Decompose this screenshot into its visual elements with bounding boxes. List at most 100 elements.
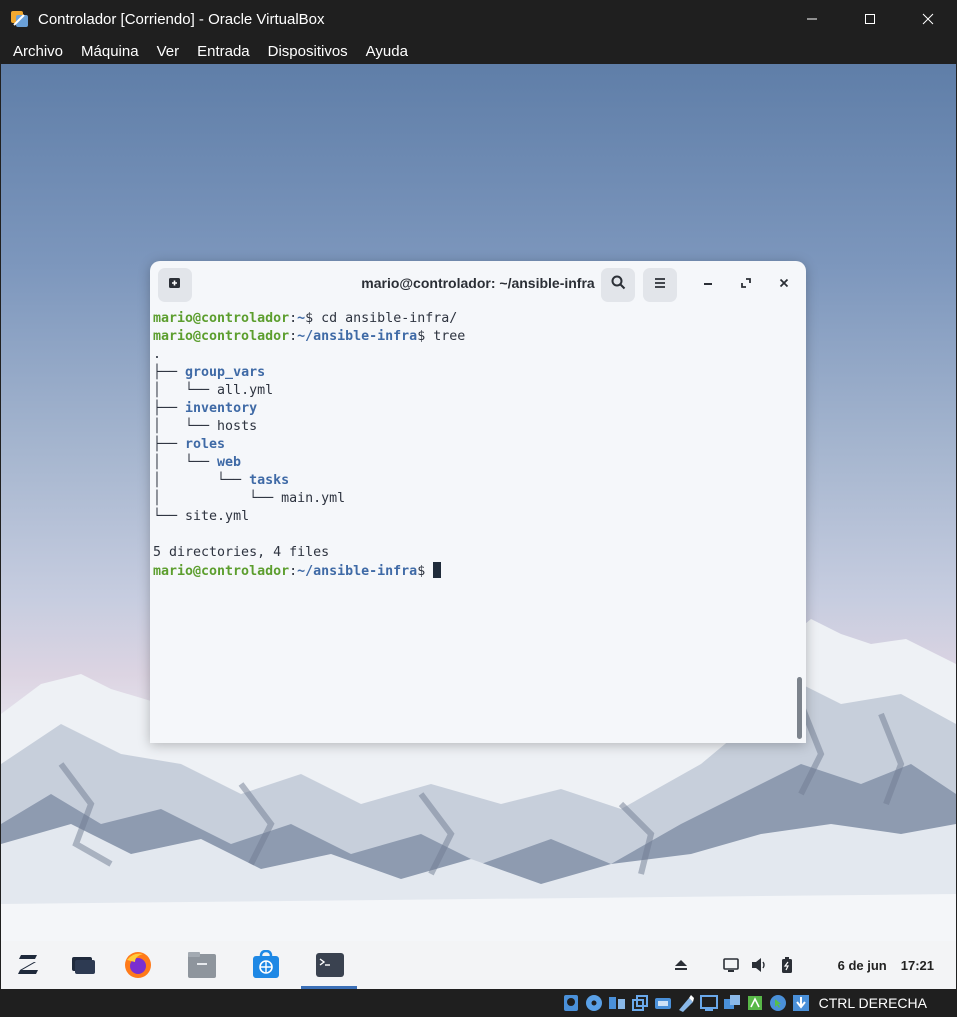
terminal-line: ├── group_vars: [153, 364, 793, 382]
workspaces-icon[interactable]: [61, 941, 105, 989]
network-icon[interactable]: [631, 994, 650, 1013]
window-title: Controlador [Corriendo] - Oracle Virtual…: [38, 10, 325, 28]
terminal-line: .: [153, 346, 793, 364]
hard-disk-icon[interactable]: [562, 994, 581, 1013]
tree-directory: web: [217, 455, 242, 470]
terminal-line: mario@controlador:~$ cd ansible-infra/: [153, 311, 458, 326]
prompt-user: mario@controlador: [153, 564, 290, 579]
terminal-maximize-button[interactable]: [736, 275, 756, 295]
minimize-icon: [702, 276, 714, 294]
guest-taskbar: 6 de jun 17:21: [1, 941, 956, 989]
menu-maquina[interactable]: Máquina: [72, 43, 148, 60]
display-icon[interactable]: [719, 941, 743, 989]
tree-branch: │ └──: [153, 455, 218, 470]
terminal-scrollbar[interactable]: [797, 677, 802, 739]
maximize-icon[interactable]: [841, 0, 899, 38]
prompt-path: ~/ansible-infra: [297, 329, 418, 344]
close-icon: [778, 276, 790, 294]
terminal-line: │ └── tasks: [153, 472, 793, 490]
zorin-menu-icon[interactable]: [9, 941, 49, 989]
tree-file: hosts: [217, 419, 258, 434]
tree-branch: │ └──: [153, 419, 218, 434]
date-label: 6 de jun: [837, 957, 887, 973]
eject-icon[interactable]: [669, 941, 693, 989]
prompt-user: mario@controlador: [153, 311, 290, 326]
tree-branch: ├──: [153, 437, 186, 452]
menu-ver[interactable]: Ver: [148, 43, 189, 60]
display-icon[interactable]: [700, 994, 719, 1013]
files-icon[interactable]: [179, 941, 225, 989]
terminal-close-button[interactable]: [774, 275, 794, 295]
terminal-line: mario@controlador:~/ansible-infra$ tree: [153, 329, 466, 344]
tree-branch: │ └──: [153, 473, 250, 488]
new-tab-icon: [168, 276, 182, 295]
video-capture-icon[interactable]: [723, 994, 742, 1013]
terminal-line: 5 directories, 4 files: [153, 544, 793, 562]
time-label: 17:21: [900, 957, 934, 973]
clock[interactable]: 6 de jun 17:21: [838, 941, 934, 989]
menu-button[interactable]: [643, 268, 677, 302]
command-text: cd ansible-infra/: [313, 311, 458, 326]
terminal-line: ├── inventory: [153, 400, 793, 418]
minimize-icon[interactable]: [783, 0, 841, 38]
usb-icon[interactable]: [654, 994, 673, 1013]
mouse-integration-icon[interactable]: [769, 994, 788, 1013]
tree-branch: └──: [153, 509, 186, 524]
terminal-line: └── site.yml: [153, 508, 793, 526]
menubar: Archivo Máquina Ver Entrada Dispositivos…: [0, 38, 957, 64]
menu-ayuda[interactable]: Ayuda: [357, 43, 417, 60]
maximize-icon: [740, 276, 752, 294]
tree-directory: group_vars: [185, 365, 266, 380]
terminal-line: mario@controlador:~/ansible-infra$: [153, 562, 793, 580]
terminal-icon[interactable]: [305, 941, 355, 989]
new-tab-button[interactable]: [158, 268, 192, 302]
tree-file: main.yml: [281, 491, 346, 506]
menu-dispositivos[interactable]: Dispositivos: [259, 43, 357, 60]
shared-folders-icon[interactable]: [677, 994, 696, 1013]
firefox-icon[interactable]: [115, 941, 161, 989]
menu-entrada[interactable]: Entrada: [188, 43, 259, 60]
tree-file: all.yml: [217, 383, 274, 398]
tree-branch: │ └──: [153, 383, 218, 398]
hamburger-menu-icon: [653, 276, 667, 294]
terminal-window[interactable]: mario@controlador: ~/ansible-infra mario…: [150, 261, 806, 743]
host-key-label: CTRL DERECHA: [818, 995, 927, 1011]
tree-directory: roles: [185, 437, 226, 452]
terminal-line: │ └── hosts: [153, 418, 793, 436]
guest-desktop[interactable]: mario@controlador: ~/ansible-infra mario…: [1, 64, 956, 989]
prompt-path: ~/ansible-infra: [297, 564, 418, 579]
terminal-minimize-button[interactable]: [698, 275, 718, 295]
menu-archivo[interactable]: Archivo: [4, 43, 72, 60]
summary-text: 5 directories, 4 files: [153, 545, 330, 560]
search-icon: [611, 275, 626, 295]
terminal-headerbar[interactable]: mario@controlador: ~/ansible-infra: [150, 261, 806, 309]
virtualbox-titlebar: Controlador [Corriendo] - Oracle Virtual…: [0, 0, 957, 38]
audio-icon[interactable]: [608, 994, 627, 1013]
terminal-line: │ └── web: [153, 454, 793, 472]
tree-branch: ├──: [153, 401, 186, 416]
cpu-icon[interactable]: [746, 994, 765, 1013]
text-cursor: [433, 562, 442, 578]
command-text: [425, 564, 433, 579]
search-button[interactable]: [601, 268, 635, 302]
tree-directory: inventory: [185, 401, 258, 416]
close-icon[interactable]: [899, 0, 957, 38]
terminal-line: ├── roles: [153, 436, 793, 454]
command-text: tree: [425, 329, 466, 344]
tree-directory: tasks: [249, 473, 290, 488]
terminal-output[interactable]: mario@controlador:~$ cd ansible-infra/ma…: [153, 310, 793, 580]
volume-icon[interactable]: [747, 941, 771, 989]
prompt-path: ~: [297, 311, 306, 326]
software-store-icon[interactable]: [243, 941, 289, 989]
tree-branch: │ └──: [153, 491, 282, 506]
optical-drive-icon[interactable]: [585, 994, 604, 1013]
host-key-arrow-icon[interactable]: [792, 994, 811, 1013]
terminal-line: │ └── main.yml: [153, 490, 793, 508]
battery-icon[interactable]: [775, 941, 799, 989]
terminal-line: │ └── all.yml: [153, 382, 793, 400]
virtualbox-icon[interactable]: [10, 9, 30, 29]
prompt-user: mario@controlador: [153, 329, 290, 344]
tree-file: site.yml: [185, 509, 250, 524]
virtualbox-statusbar: CTRL DERECHA: [0, 989, 957, 1017]
